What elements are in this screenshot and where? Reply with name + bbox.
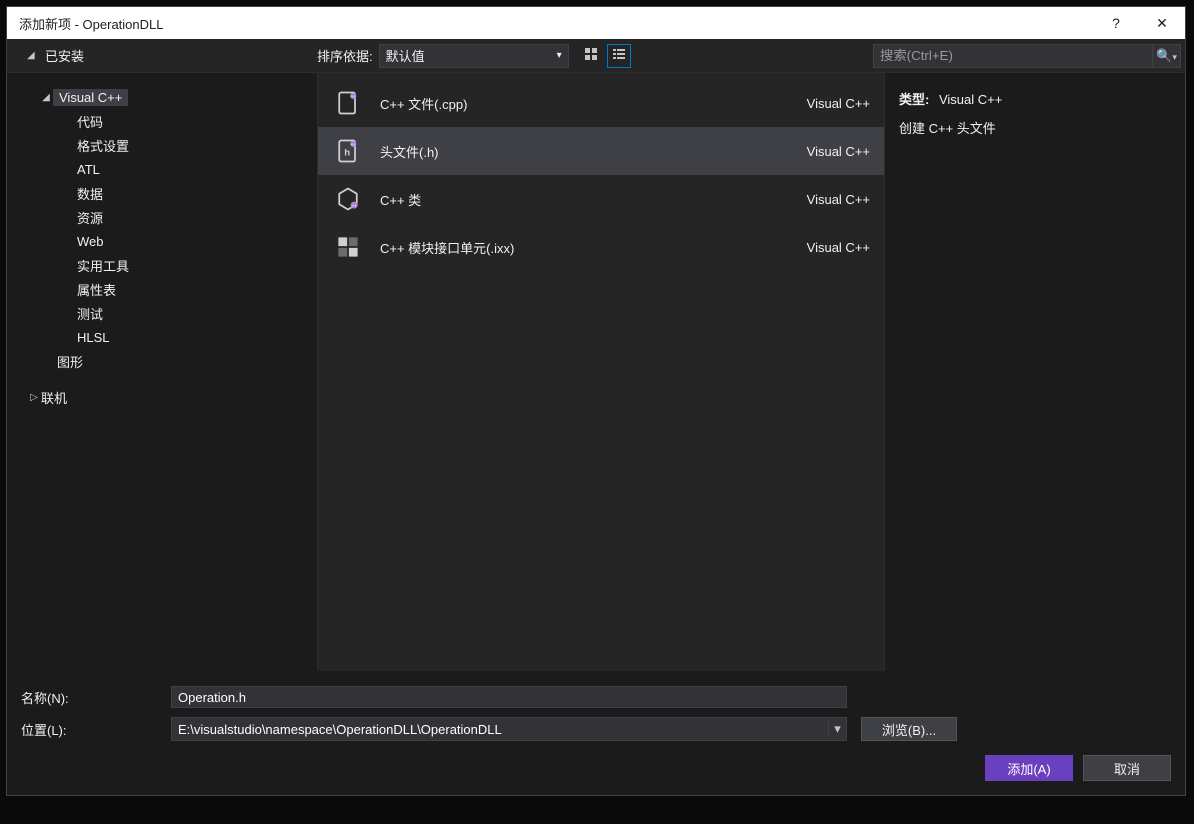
chevron-down-icon: ▾ (557, 50, 562, 61)
template-lang: Visual C++ (807, 144, 870, 159)
tree-label: HLSL (77, 330, 110, 345)
list-icon (612, 47, 626, 64)
cancel-button[interactable]: 取消 (1083, 755, 1171, 781)
tree-item[interactable]: 测试 (73, 301, 317, 325)
name-input[interactable] (171, 686, 847, 708)
tree-label: 测试 (77, 304, 103, 323)
svg-text:++: ++ (352, 203, 358, 208)
template-list: ++C++ 文件(.cpp)Visual C++h++头文件(.h)Visual… (317, 73, 885, 671)
tree-label: 数据 (77, 184, 103, 203)
template-name: C++ 文件(.cpp) (380, 94, 807, 113)
close-button[interactable]: ✕ (1139, 7, 1185, 39)
template-row[interactable]: C++ 模块接口单元(.ixx)Visual C++ (318, 223, 884, 271)
tree-label: 联机 (41, 388, 67, 407)
template-lang: Visual C++ (807, 96, 870, 111)
browse-button[interactable]: 浏览(B)... (861, 717, 957, 741)
tree-item[interactable]: Web (73, 229, 317, 253)
chevron-down-icon[interactable]: ▾ (828, 721, 846, 737)
name-label: 名称(N): (21, 688, 171, 707)
tree-item[interactable]: ATL (73, 157, 317, 181)
tree-label: 代码 (77, 112, 103, 131)
chevron-right-icon: ▷ (27, 392, 41, 403)
template-name: 头文件(.h) (380, 142, 807, 161)
tree-label: 资源 (77, 208, 103, 227)
svg-text:++: ++ (351, 142, 357, 147)
tree-item-graphics[interactable]: 图形 (23, 349, 317, 373)
tree-item-visual-cpp[interactable]: ◢ Visual C++ (23, 85, 317, 109)
chevron-down-icon: ◢ (27, 50, 41, 61)
tree-item[interactable]: 实用工具 (73, 253, 317, 277)
template-icon: ++ (332, 87, 364, 119)
titlebar: 添加新项 - OperationDLL ? ✕ (7, 7, 1185, 39)
tree-label: 属性表 (77, 280, 116, 299)
search-icon: 🔍▾ (1156, 48, 1177, 64)
detail-type-label: 类型: (899, 92, 929, 107)
search-button[interactable]: 🔍▾ (1153, 44, 1181, 68)
template-row[interactable]: h++ 头文件(.h)Visual C++ (318, 127, 884, 175)
template-icon: ++ (332, 183, 364, 215)
tree-label: 实用工具 (77, 256, 129, 275)
close-icon: ✕ (1156, 15, 1168, 32)
template-row[interactable]: ++ C++ 类Visual C++ (318, 175, 884, 223)
sort-label: 排序依据: (317, 46, 373, 65)
tree-item[interactable]: 数据 (73, 181, 317, 205)
location-input[interactable] (172, 722, 828, 737)
tree-item[interactable]: 属性表 (73, 277, 317, 301)
template-icon: h++ (332, 135, 364, 167)
tree-item[interactable]: 资源 (73, 205, 317, 229)
tree-label: Visual C++ (53, 89, 128, 106)
main-area: ◢ Visual C++ 代码格式设置 ATL 数据资源 Web 实用工具属性表测试 HL… (7, 73, 1185, 671)
add-new-item-dialog: 添加新项 - OperationDLL ? ✕ ◢ 已安装 排序依据: 默认值 … (6, 6, 1186, 796)
help-button[interactable]: ? (1093, 7, 1139, 39)
location-label: 位置(L): (21, 720, 171, 739)
category-tree: ◢ Visual C++ 代码格式设置 ATL 数据资源 Web 实用工具属性表测试 HL… (7, 73, 317, 671)
tree-item[interactable]: 代码 (73, 109, 317, 133)
tree-item[interactable]: 格式设置 (73, 133, 317, 157)
view-list-button[interactable] (607, 44, 631, 68)
bottom-form: 名称(N): 位置(L): ▾ 浏览(B)... 添加(A) 取消 (7, 671, 1185, 795)
detail-type-value: Visual C++ (939, 92, 1002, 107)
grid-icon (584, 47, 598, 64)
tree-item[interactable]: HLSL (73, 325, 317, 349)
tree-label: 图形 (57, 352, 83, 371)
tree-item-online[interactable]: ▷ 联机 (23, 385, 317, 409)
template-icon (332, 231, 364, 263)
detail-description: 创建 C++ 头文件 (899, 118, 1171, 137)
svg-text:++: ++ (351, 94, 357, 99)
sort-select[interactable]: 默认值 ▾ (379, 44, 569, 68)
search-input[interactable] (873, 44, 1153, 68)
template-name: C++ 模块接口单元(.ixx) (380, 238, 807, 257)
location-combo[interactable]: ▾ (171, 717, 847, 741)
svg-text:h: h (344, 147, 350, 158)
titlebar-title: 添加新项 - OperationDLL (19, 14, 1093, 33)
sort-value: 默认值 (386, 46, 425, 65)
tree-label: ATL (77, 162, 100, 177)
template-name: C++ 类 (380, 190, 807, 209)
tree-label: Web (77, 234, 104, 249)
tree-label: 格式设置 (77, 136, 129, 155)
chevron-down-icon: ◢ (39, 92, 53, 103)
template-lang: Visual C++ (807, 240, 870, 255)
installed-label[interactable]: 已安装 (45, 46, 84, 65)
template-row[interactable]: ++ C++ 文件(.cpp)Visual C++ (318, 79, 884, 127)
top-controls: ◢ 已安装 排序依据: 默认值 ▾ 🔍▾ (7, 39, 1185, 73)
add-button[interactable]: 添加(A) (985, 755, 1073, 781)
view-grid-button[interactable] (579, 44, 603, 68)
template-lang: Visual C++ (807, 192, 870, 207)
detail-pane: 类型: Visual C++ 创建 C++ 头文件 (885, 73, 1185, 671)
